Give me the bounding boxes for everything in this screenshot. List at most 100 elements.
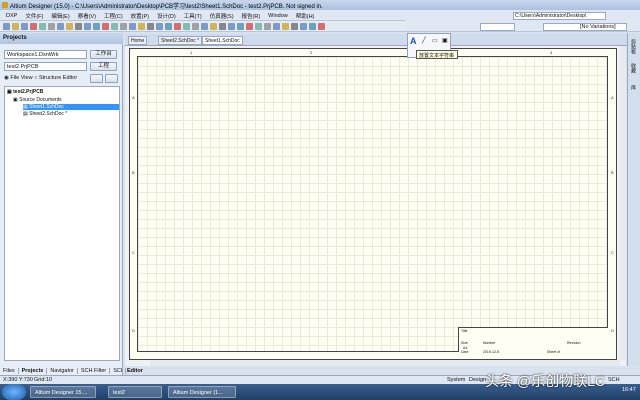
rectangle-tool-icon[interactable]: ▭ xyxy=(432,37,438,44)
vertical-scrollbar[interactable] xyxy=(620,46,626,360)
toolbar-button-icon[interactable] xyxy=(75,23,82,30)
toolbar-button-icon[interactable] xyxy=(30,23,37,30)
toolbar-button-icon[interactable] xyxy=(210,23,217,30)
menu-item[interactable]: 报告(R) xyxy=(238,12,265,20)
tree-doc-sheet2[interactable]: ▤ Sheet2.SchDoc * xyxy=(23,111,67,117)
toolbar-button-icon[interactable] xyxy=(219,23,226,30)
toolbar-button-icon[interactable] xyxy=(291,23,298,30)
view-options: ◉ File View ○ Structure Editor xyxy=(4,75,77,81)
menu-item[interactable]: 帮助(H) xyxy=(292,12,319,20)
menu-item[interactable]: 察看(V) xyxy=(74,12,100,20)
tree-root[interactable]: ▣ test2.PrjPCB xyxy=(7,89,43,95)
menu-item[interactable]: Window xyxy=(264,13,292,19)
project-button[interactable]: 工程 xyxy=(90,62,117,71)
toolbar-button-icon[interactable] xyxy=(201,23,208,30)
workspace-field[interactable]: Workspace1.DsnWrk xyxy=(4,50,87,59)
toolbar-button-icon[interactable] xyxy=(264,23,271,30)
menu-item[interactable]: 工具(T) xyxy=(180,12,206,20)
menu-item[interactable]: 设计(D) xyxy=(153,12,180,20)
path-field[interactable]: C:\Users\Administrator\Desktop\ xyxy=(513,12,606,20)
panel-action-icon[interactable] xyxy=(90,74,103,83)
menu-item[interactable]: 编辑(E) xyxy=(47,12,73,20)
clock: 16:47 xyxy=(622,387,636,393)
workspace-button[interactable]: 工作台 xyxy=(90,50,117,59)
panel-menu-icon[interactable] xyxy=(105,74,118,83)
horizontal-scrollbar[interactable] xyxy=(150,360,620,366)
tree-folder[interactable]: ▣ Source Documents xyxy=(13,97,62,103)
toolbar-button-icon[interactable] xyxy=(183,23,190,30)
clipboard-tab[interactable]: 剪贴板 xyxy=(630,39,637,54)
taskbar-item-altium[interactable]: Altium Designer 15.... xyxy=(30,386,96,398)
menu-item[interactable]: 放置(P) xyxy=(127,12,153,20)
toolbar-button-icon[interactable] xyxy=(66,23,73,30)
panel-tab[interactable]: SCH Filter xyxy=(78,367,111,374)
toolbar-button-icon[interactable] xyxy=(21,23,28,30)
status-sch[interactable]: SCH xyxy=(608,377,620,383)
toolbar-button-icon[interactable] xyxy=(300,23,307,30)
tab-home[interactable]: Home xyxy=(128,36,148,45)
toolbar-button-icon[interactable] xyxy=(273,23,280,30)
tab-sheet2[interactable]: Sheet2.SchDoc * xyxy=(158,36,203,45)
toolbar-button-icon[interactable] xyxy=(282,23,289,30)
start-button[interactable] xyxy=(2,384,26,400)
toolbar-button-icon[interactable] xyxy=(165,23,172,30)
toolbar-button-icon[interactable] xyxy=(255,23,262,30)
menu-item[interactable]: 文件(F) xyxy=(21,12,47,20)
libraries-tab[interactable]: 库 xyxy=(630,85,637,90)
menu-item[interactable]: 工程(C) xyxy=(100,12,127,20)
toolbar-button-icon[interactable] xyxy=(129,23,136,30)
toolbar-button-icon[interactable] xyxy=(12,23,19,30)
toolbar-button-icon[interactable] xyxy=(228,23,235,30)
zone-x-2: 2 xyxy=(310,50,313,55)
toolbar-button-icon[interactable] xyxy=(84,23,91,30)
tree-doc-sheet1[interactable]: ▤ Sheet1.SchDoc xyxy=(23,104,119,110)
toolbar-button-icon[interactable] xyxy=(318,23,325,30)
toolbar-button-icon[interactable] xyxy=(156,23,163,30)
zoom-dropdown[interactable] xyxy=(480,23,515,31)
zone-x-4: 4 xyxy=(550,50,553,55)
project-field[interactable]: test2.PrjPCB xyxy=(4,62,87,71)
app-logo-icon xyxy=(2,2,8,8)
toolbar-button-icon[interactable] xyxy=(57,23,64,30)
panel-tab[interactable]: Projects xyxy=(19,367,48,374)
image-tool-icon[interactable]: ▣ xyxy=(442,37,448,44)
structure-editor-label: Structure Editor xyxy=(38,75,78,81)
variations-dropdown[interactable]: [No Variations] xyxy=(543,23,627,31)
sheet-grid[interactable] xyxy=(137,56,608,352)
toolbar-button-icon[interactable] xyxy=(246,23,253,30)
toolbar-button-icon[interactable] xyxy=(102,23,109,30)
status-system[interactable]: System xyxy=(447,377,465,383)
toolbar-button-icon[interactable] xyxy=(93,23,100,30)
toolbar-button-icon[interactable] xyxy=(39,23,46,30)
line-tool-icon[interactable]: ╱ xyxy=(422,37,426,44)
editor-tab[interactable]: Editor xyxy=(125,366,145,375)
text-string-icon[interactable]: A xyxy=(410,36,417,46)
toolbar-button-icon[interactable] xyxy=(174,23,181,30)
tab-sheet1[interactable]: Sheet1.SchDoc xyxy=(202,36,243,45)
toolbar-button-icon[interactable] xyxy=(192,23,199,30)
favorites-tab[interactable]: 收藏 xyxy=(630,63,637,73)
zone-x-1: 1 xyxy=(190,50,193,55)
status-coords: X:390 Y:730 xyxy=(3,377,33,383)
panel-tab[interactable]: Navigator xyxy=(47,367,78,374)
taskbar-item-test2[interactable]: test2 xyxy=(108,386,162,398)
toolbar-button-icon[interactable] xyxy=(147,23,154,30)
menu-item[interactable]: 仿真器(S) xyxy=(206,12,238,20)
panel-tab[interactable]: SCI xyxy=(110,367,127,374)
zone-y-c-right: C xyxy=(611,250,614,255)
taskbar-item-altium2[interactable]: Altium Designer (1... xyxy=(168,386,236,398)
toolbar-button-icon[interactable] xyxy=(138,23,145,30)
menu-item[interactable]: DXP xyxy=(2,13,21,19)
toolbar-button-icon[interactable] xyxy=(120,23,127,30)
toolbar-button-icon[interactable] xyxy=(48,23,55,30)
status-grid: Grid:10 xyxy=(34,377,53,383)
toolbar-button-icon[interactable] xyxy=(3,23,10,30)
panel-tab[interactable]: Files xyxy=(0,367,19,374)
status-design[interactable]: Design xyxy=(469,377,486,383)
toolbar-button-icon[interactable] xyxy=(309,23,316,30)
main-toolbar xyxy=(0,21,405,32)
toolbar-button-icon[interactable] xyxy=(111,23,118,30)
tb-title: Title xyxy=(461,329,468,333)
toolbar-button-icon[interactable] xyxy=(237,23,244,30)
menu-bar: DXP 文件(F) 编辑(E) 察看(V) 工程(C) 放置(P) 设计(D) 工具(T) 仿真… xyxy=(0,10,405,21)
